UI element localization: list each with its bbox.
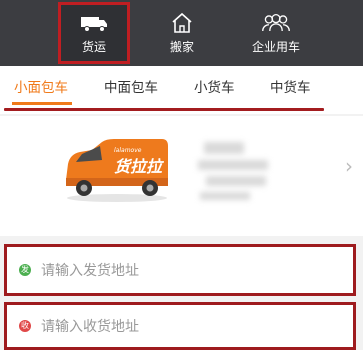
top-nav: 货运 搬家 企业用车 (0, 0, 363, 66)
delivery-dot-icon: 收 (19, 320, 31, 332)
van-brand: 货拉拉 (114, 157, 165, 176)
tab-medium-truck[interactable]: 中货车 (270, 76, 311, 96)
tab-small-truck[interactable]: 小货车 (194, 76, 235, 96)
tab-medium-van[interactable]: 中面包车 (104, 76, 158, 96)
nav-corporate[interactable]: 企业用车 (236, 0, 316, 66)
chevron-right-icon[interactable]: › (345, 154, 353, 178)
van-image: lalamove 货拉拉 (62, 134, 172, 208)
nav-move[interactable]: 搬家 (152, 0, 212, 66)
people-icon (261, 11, 291, 35)
vehicle-card[interactable]: lalamove 货拉拉 › (0, 116, 363, 236)
delivery-address-field[interactable]: 收 请输入收货地址 (4, 302, 356, 350)
van-icon (79, 11, 109, 35)
pickup-address-field[interactable]: 发 请输入发货地址 (4, 244, 356, 296)
tabs-highlight-line (4, 108, 324, 111)
nav-corporate-label: 企业用车 (251, 40, 300, 54)
nav-move-label: 搬家 (169, 40, 194, 54)
pickup-dot-icon: 发 (19, 264, 31, 276)
active-tab-indicator (12, 102, 72, 105)
van-brand-small: lalamove (114, 147, 142, 154)
vehicle-spec-blurred (196, 138, 286, 208)
pickup-address-placeholder: 请输入发货地址 (41, 263, 139, 279)
nav-freight[interactable]: 货运 (58, 2, 130, 64)
house-icon (167, 11, 197, 35)
tab-small-van[interactable]: 小面包车 (14, 76, 68, 96)
vehicle-tabs: 小面包车 中面包车 小货车 中货车 (0, 66, 363, 114)
delivery-address-placeholder: 请输入收货地址 (41, 319, 139, 335)
nav-freight-label: 货运 (81, 40, 106, 54)
